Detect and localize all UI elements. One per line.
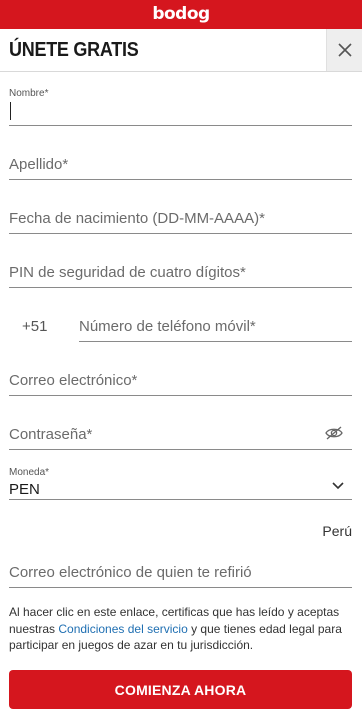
password-field[interactable]: Contraseña* [9, 422, 352, 450]
terms-of-service-link[interactable]: Condiciones del servicio [58, 622, 187, 636]
email-placeholder: Correo electrónico* [9, 372, 138, 389]
first-name-label: Nombre* [9, 88, 49, 99]
eye-off-icon[interactable] [324, 425, 344, 441]
close-icon [337, 43, 352, 57]
dob-placeholder: Fecha de nacimiento (DD-MM-AAAA)* [9, 210, 265, 227]
close-button[interactable] [326, 29, 362, 71]
last-name-field[interactable]: Apellido* [9, 152, 352, 180]
currency-label: Moneda* [9, 467, 50, 478]
password-placeholder: Contraseña* [9, 426, 93, 443]
referrer-email-field[interactable]: Correo electrónico de quien te refirió [9, 560, 352, 588]
currency-value: PEN [9, 481, 40, 498]
phone-field[interactable]: Número de teléfono móvil* [79, 314, 352, 342]
country-label: Perú [322, 523, 352, 539]
start-now-button[interactable]: COMIENZA AHORA [9, 670, 352, 709]
currency-select[interactable]: Moneda* PEN [9, 466, 352, 500]
terms-text: Al hacer clic en este enlace, certificas… [9, 604, 354, 654]
email-field[interactable]: Correo electrónico* [9, 368, 352, 396]
page-title: ÚNETE GRATIS [9, 39, 139, 61]
text-caret [10, 102, 11, 120]
chevron-down-icon [332, 482, 344, 490]
pin-placeholder: PIN de seguridad de cuatro dígitos* [9, 264, 246, 281]
modal-header: ÚNETE GRATIS [0, 29, 362, 72]
dob-field[interactable]: Fecha de nacimiento (DD-MM-AAAA)* [9, 206, 352, 234]
phone-placeholder: Número de teléfono móvil* [79, 318, 256, 335]
last-name-placeholder: Apellido* [9, 156, 69, 173]
top-bar: bodog [0, 0, 362, 29]
first-name-field[interactable]: Nombre* [9, 88, 352, 126]
phone-prefix[interactable]: +51 [22, 318, 47, 335]
bodog-logo: bodog [152, 4, 210, 24]
referrer-email-placeholder: Correo electrónico de quien te refirió [9, 564, 252, 581]
pin-field[interactable]: PIN de seguridad de cuatro dígitos* [9, 260, 352, 288]
